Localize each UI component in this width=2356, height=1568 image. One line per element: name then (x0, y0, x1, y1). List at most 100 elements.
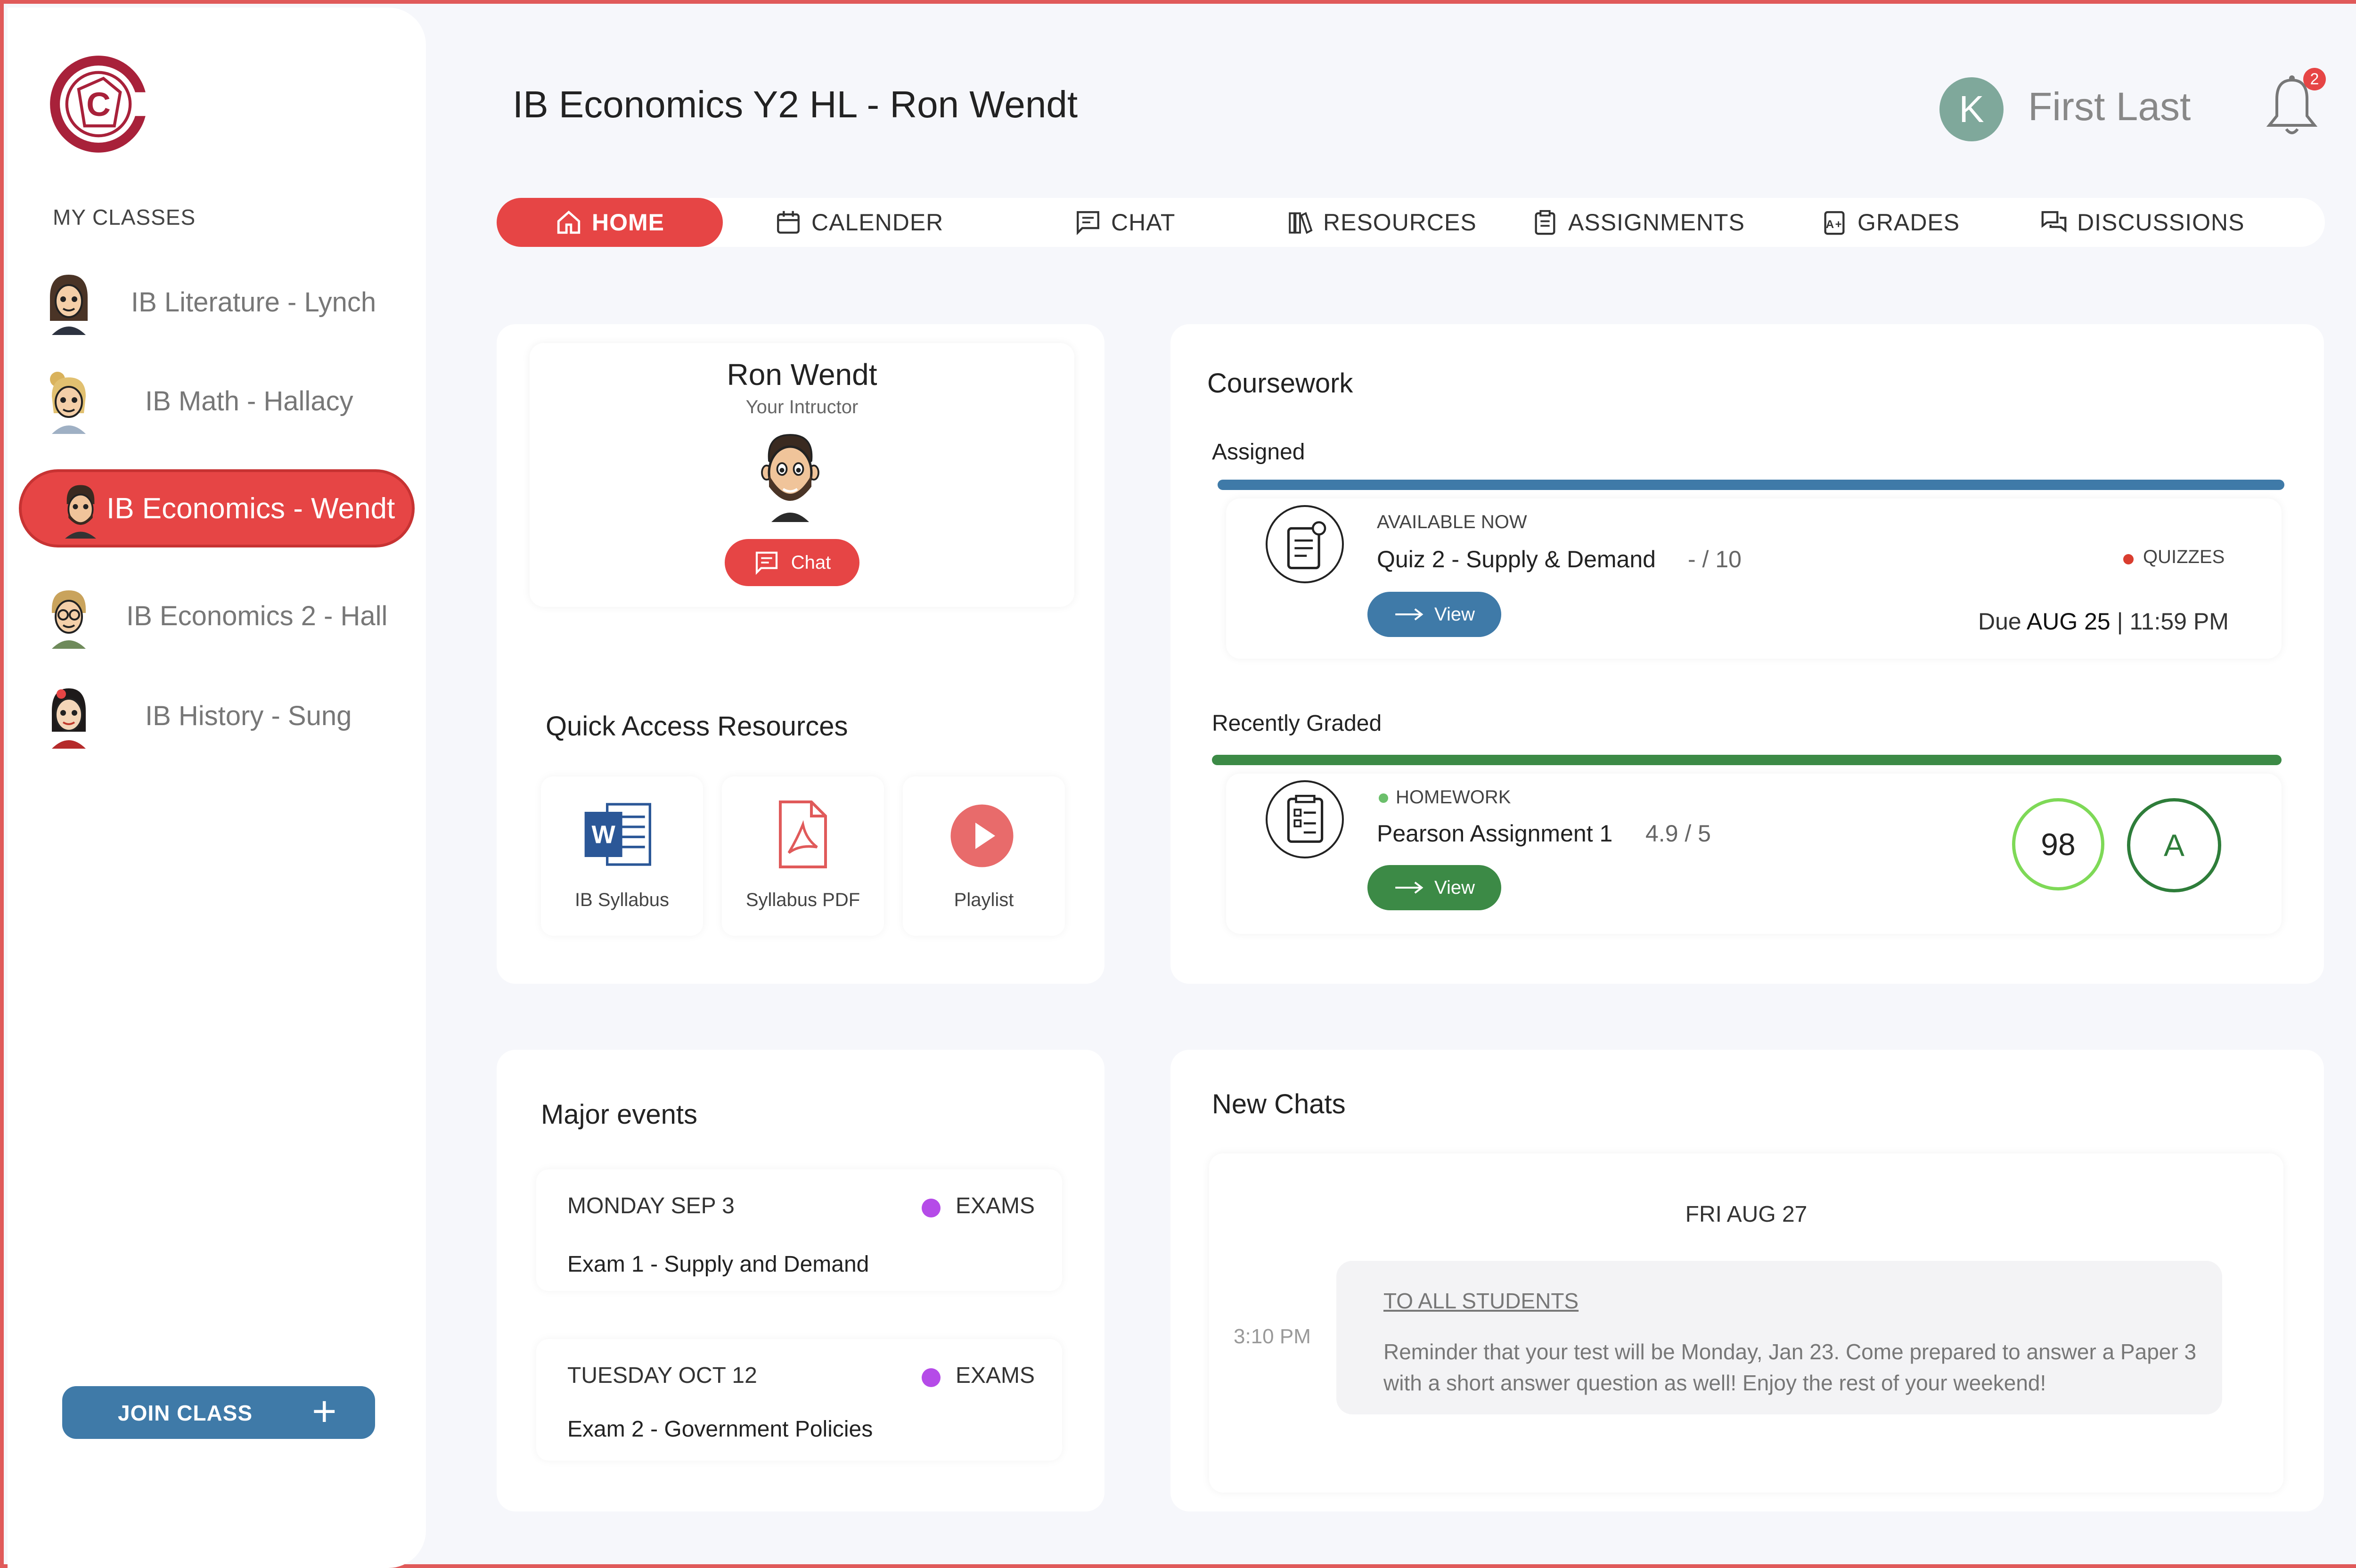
instructor-avatar (761, 434, 819, 522)
tab-resources[interactable]: RESOURCES (1286, 198, 1477, 247)
tab-label: GRADES (1857, 209, 1960, 236)
graded-name: Pearson Assignment 1 (1377, 820, 1613, 847)
due-date: AUG 25 (2026, 608, 2111, 635)
tab-label: ASSIGNMENTS (1568, 209, 1745, 236)
sidebar-item-ib-history[interactable]: IB History - Sung (8, 676, 422, 756)
sidebar: C MY CLASSES IB Literature - Lynch IB Ma… (8, 8, 426, 1568)
chat-message-bubble[interactable]: TO ALL STUDENTS Reminder that your test … (1336, 1261, 2222, 1414)
books-icon (1289, 212, 1313, 234)
assigned-due: Due AUG 25 | 11:59 PM (1978, 608, 2229, 635)
chat-time: 3:10 PM (1234, 1325, 1311, 1348)
svg-text:A+: A+ (1826, 218, 1843, 231)
instructor-name: Ron Wendt (727, 358, 877, 392)
graded-category: HOMEWORK (1396, 787, 1511, 808)
tab-calender[interactable]: CALENDER (775, 198, 943, 247)
app-frame: C MY CLASSES IB Literature - Lynch IB Ma… (0, 0, 2356, 1568)
view-label: View (1434, 604, 1475, 625)
tab-grades[interactable]: A+ GRADES (1821, 198, 1960, 247)
homework-sheet-icon (1287, 794, 1324, 843)
view-label: View (1434, 877, 1475, 898)
home-icon (557, 211, 581, 234)
sidebar-item-label: IB Literature - Lynch (131, 286, 376, 318)
resource-label: IB Syllabus (574, 890, 670, 910)
chat-message: Reminder that your test will be Monday, … (1383, 1339, 2197, 1395)
page-title: IB Economics Y2 HL - Ron Wendt (513, 83, 1078, 125)
chat-button[interactable]: Chat (725, 539, 859, 586)
tab-label: CALENDER (811, 209, 944, 236)
resource-syllabus-pdf[interactable]: Syllabus PDF (722, 776, 884, 936)
tab-label: CHAT (1111, 209, 1176, 236)
quiz-sheet-icon (1287, 521, 1326, 570)
chat-button-label: Chat (791, 552, 831, 573)
sidebar-item-ib-math[interactable]: IB Math - Hallacy (8, 361, 422, 441)
calendar-icon (777, 211, 800, 234)
tab-home[interactable]: HOME (497, 198, 723, 247)
avatar-icon (50, 275, 88, 335)
due-prefix: Due (1978, 608, 2021, 635)
homework-circle (1266, 780, 1344, 858)
main-nav: HOME CALENDER CHAT RESOURCES ASSIGNMENTS… (497, 198, 2325, 247)
resources-title: Quick Access Resources (546, 711, 848, 742)
due-time: 11:59 PM (2129, 608, 2229, 635)
quiz-circle (1266, 505, 1344, 583)
resource-playlist[interactable]: Playlist (903, 776, 1065, 936)
join-class-button[interactable]: JOIN CLASS + (62, 1386, 375, 1439)
event-date: MONDAY SEP 3 (567, 1193, 735, 1218)
discussion-icon (2041, 211, 2067, 233)
clipboard-icon (1535, 210, 1555, 235)
resource-ib-syllabus[interactable]: W IB Syllabus (541, 776, 703, 936)
sidebar-item-ib-economics-active[interactable]: IB Economics - Wendt (19, 469, 415, 547)
svg-text:C: C (86, 86, 111, 123)
event-item[interactable]: TUESDAY OCT 12 EXAMS Exam 2 - Government… (536, 1339, 1062, 1461)
avatar-icon (52, 688, 86, 749)
sidebar-item-label: IB Economics - Wendt (106, 492, 395, 525)
assigned-score: - / 10 (1688, 546, 1742, 572)
graded-score: 4.9 / 5 (1645, 820, 1711, 847)
instructor-role: Your Intructor (745, 397, 859, 417)
graded-bar (1212, 755, 2282, 765)
exam-dot (922, 1368, 941, 1387)
resource-label: Playlist (954, 890, 1014, 910)
assigned-heading: Assigned (1212, 440, 1305, 465)
resource-label: Syllabus PDF (745, 890, 860, 910)
user-name[interactable]: First Last (2028, 84, 2191, 130)
assigned-name: Quiz 2 - Supply & Demand (1377, 546, 1656, 572)
tab-chat[interactable]: CHAT (1074, 198, 1175, 247)
school-logo[interactable]: C (49, 55, 148, 154)
tab-label: RESOURCES (1323, 209, 1477, 236)
exam-dot (922, 1199, 941, 1217)
chat-recipient[interactable]: TO ALL STUDENTS (1383, 1288, 1579, 1314)
arrow-right-icon (1395, 882, 1423, 894)
assigned-view-button[interactable]: View (1367, 592, 1501, 637)
due-separator: | (2117, 608, 2123, 635)
pdf-icon (779, 800, 827, 868)
sidebar-item-label: IB Math - Hallacy (145, 385, 353, 416)
event-title: Exam 2 - Government Policies (567, 1417, 873, 1442)
sidebar-item-ib-literature[interactable]: IB Literature - Lynch (8, 262, 422, 342)
sidebar-item-ib-economics-2[interactable]: IB Economics 2 - Hall (8, 576, 422, 656)
tab-label: DISCUSSIONS (2077, 209, 2245, 236)
graded-heading: Recently Graded (1212, 711, 1382, 736)
assigned-category: QUIZZES (2143, 547, 2225, 567)
avatar-icon (50, 372, 86, 434)
sidebar-item-label: IB Economics 2 - Hall (126, 600, 388, 631)
event-item[interactable]: MONDAY SEP 3 EXAMS Exam 1 - Supply and D… (536, 1169, 1062, 1291)
svg-text:W: W (591, 821, 615, 849)
chat-icon (1077, 211, 1099, 236)
word-doc-icon: W (584, 803, 651, 866)
join-class-label: JOIN CLASS (118, 1401, 253, 1425)
user-avatar[interactable]: K (1939, 77, 2004, 141)
tab-discussions[interactable]: DISCUSSIONS (2040, 198, 2245, 247)
arrow-right-icon (1395, 608, 1423, 621)
plus-icon: + (312, 1388, 337, 1435)
avatar-icon (52, 590, 86, 649)
sidebar-item-label: IB History - Sung (145, 700, 352, 731)
homework-dot (1379, 793, 1388, 803)
grade-percent-circle: 98 (2012, 798, 2104, 890)
graded-view-button[interactable]: View (1367, 865, 1501, 910)
assigned-bar (1218, 480, 2284, 490)
tab-assignments[interactable]: ASSIGNMENTS (1531, 198, 1745, 247)
grade-letter-circle: A (2127, 798, 2221, 892)
chat-date: FRI AUG 27 (1685, 1202, 1808, 1227)
avatar-icon (65, 485, 96, 539)
